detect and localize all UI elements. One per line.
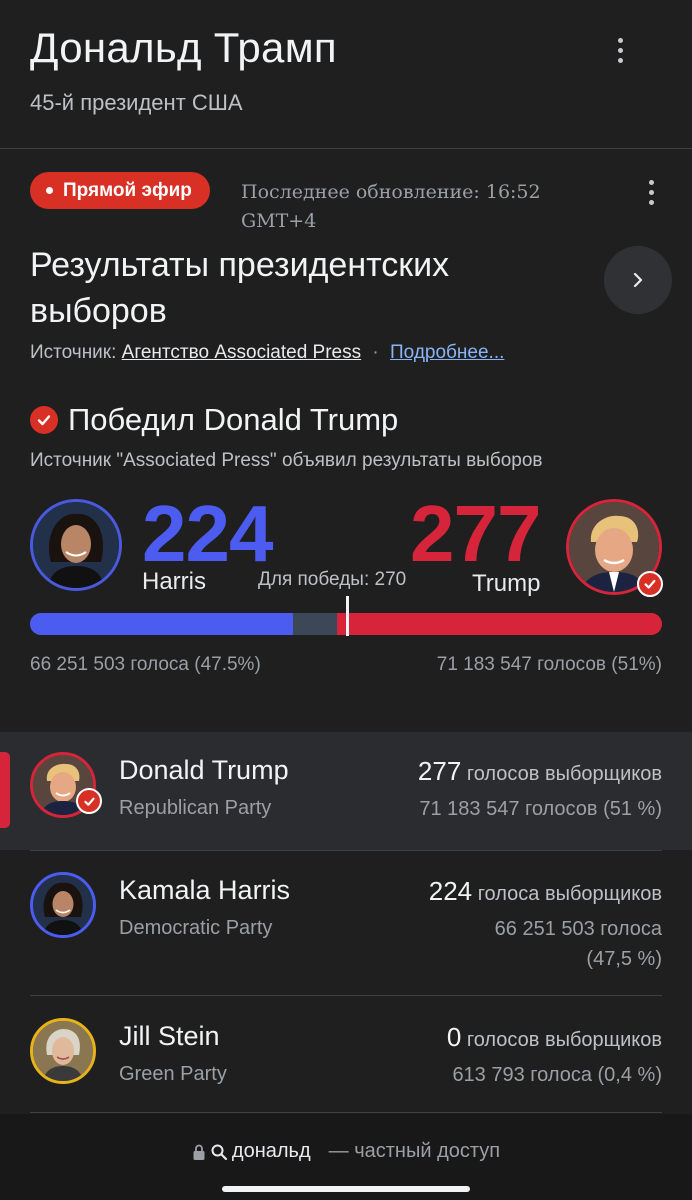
last-updated: Последнее обновление: 16:52 GMT+4 (241, 181, 541, 232)
private-mode-label: — частный доступ (328, 1140, 501, 1162)
divider (30, 1112, 662, 1113)
page-subtitle: 45-й президент США (30, 90, 243, 115)
harris-popular-vote: 66 251 503 голоса (47.5%) (30, 654, 261, 675)
more-vert-icon[interactable] (608, 32, 632, 68)
electoral-label: голосов выборщиков (466, 763, 662, 785)
electoral-number: 224 (428, 876, 473, 906)
source-prefix: Источник: (30, 342, 117, 363)
electoral-number: 277 (417, 756, 462, 786)
page-title: Дональд Трамп (30, 24, 337, 71)
address-bar-content[interactable]: дональд — частный доступ (0, 1140, 692, 1163)
expand-button[interactable] (604, 246, 672, 314)
electoral-label: голоса выборщиков (477, 883, 662, 905)
live-dot-icon (46, 187, 53, 194)
harris-avatar (30, 499, 122, 591)
stein-avatar-small (30, 1018, 96, 1084)
separator: · (372, 342, 379, 363)
winner-row: Победил Donald Trump (30, 402, 398, 438)
candidate-popular: 613 793 голоса (0,4 %) (452, 1064, 662, 1086)
list-item[interactable] (0, 732, 692, 850)
check-icon (76, 788, 102, 814)
candidate-party: Republican Party (119, 797, 272, 819)
check-icon (30, 406, 58, 434)
harris-electoral-count: 224 (142, 489, 273, 578)
candidate-electoral: 224 голоса выборщиков (429, 876, 662, 907)
electoral-label: голосов выборщиков (466, 1029, 662, 1051)
live-badge-label: Прямой эфир (63, 179, 192, 201)
trump-name: Trump (472, 570, 541, 597)
source-line: Источник: Агентство Associated Press · П… (30, 342, 504, 364)
check-icon (637, 571, 663, 597)
candidate-party: Democratic Party (119, 917, 273, 939)
winner-heading: Победил Donald Trump (68, 402, 399, 437)
lock-icon (193, 1144, 205, 1160)
candidate-name: Jill Stein (119, 1021, 220, 1051)
trump-electoral-count: 277 (410, 489, 541, 578)
harris-avatar-small (30, 872, 96, 938)
source-link[interactable]: Агентство Associated Press (122, 342, 361, 363)
candidate-name: Kamala Harris (119, 875, 291, 905)
candidate-electoral: 277 голосов выборщиков (418, 756, 662, 787)
popular-line: (47,5 %) (586, 948, 662, 970)
address-query: дональд (231, 1140, 311, 1162)
results-title: Результаты президентских выборов (30, 246, 450, 330)
threshold-marker (345, 596, 349, 636)
selected-indicator (0, 752, 10, 828)
divider (0, 148, 692, 149)
search-icon (211, 1144, 228, 1160)
live-badge: Прямой эфир (30, 172, 210, 209)
harris-bar-fill (30, 613, 294, 635)
trump-bar-fill (336, 613, 662, 635)
list-item[interactable] (0, 996, 692, 1112)
winner-description: Источник "Associated Press" объявил резу… (30, 450, 543, 471)
candidate-electoral: 0 голосов выборщиков (447, 1022, 662, 1053)
more-link[interactable]: Подробнее... (390, 342, 504, 363)
home-indicator[interactable] (222, 1186, 470, 1192)
harris-name: Harris (142, 568, 206, 595)
electoral-number: 0 (446, 1022, 462, 1052)
to-win-label: Для победы: 270 (258, 569, 407, 590)
popular-line: 66 251 503 голоса (494, 918, 662, 940)
trump-popular-vote: 71 183 547 голосов (51%) (436, 654, 662, 675)
chevron-right-icon (633, 272, 643, 288)
more-vert-icon[interactable] (639, 174, 663, 210)
candidate-popular: 71 183 547 голосов (51 %) (419, 798, 662, 820)
candidate-name: Donald Trump (119, 755, 289, 785)
candidate-party: Green Party (119, 1063, 227, 1085)
candidate-popular: 66 251 503 голоса (47,5 %) (495, 914, 662, 974)
